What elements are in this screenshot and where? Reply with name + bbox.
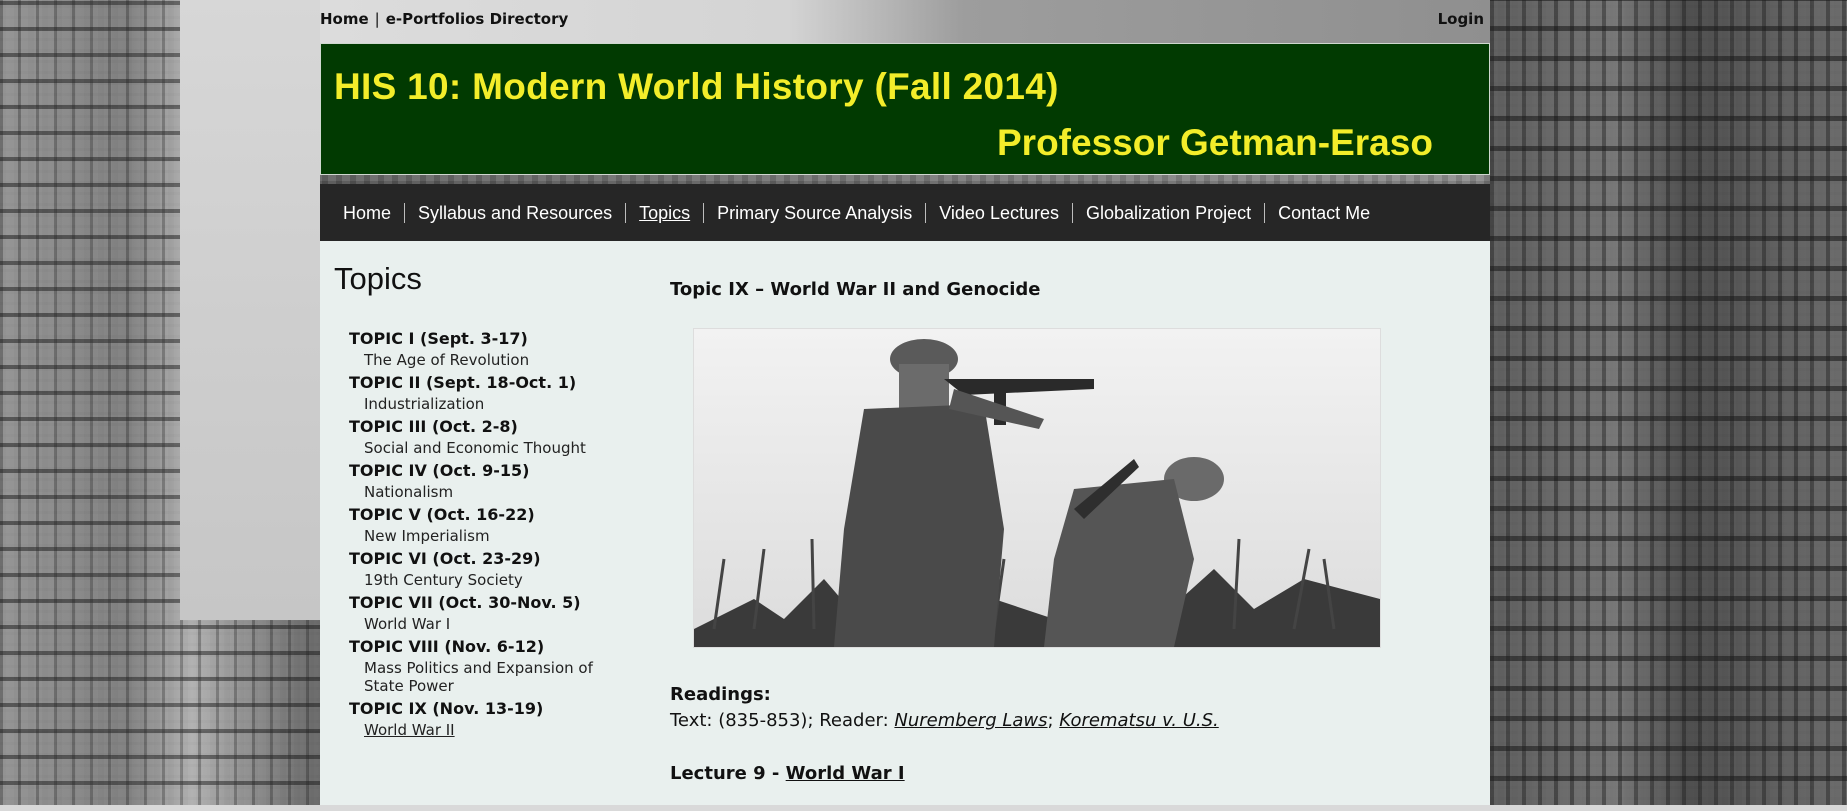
readings-label: Readings: bbox=[670, 684, 771, 705]
sidebar-topic-link[interactable]: Mass Politics and Expansion of State Pow… bbox=[364, 659, 619, 695]
korematsu-link[interactable]: Korematsu v. U.S. bbox=[1059, 710, 1218, 731]
sidebar-topic-heading: TOPIC IV (Oct. 9-15) bbox=[349, 461, 530, 480]
top-home-link[interactable]: Home bbox=[320, 10, 369, 28]
readings-text: Text: (835-853); Reader: bbox=[670, 710, 895, 731]
lecture-link[interactable]: World War I bbox=[786, 763, 905, 784]
top-bar: Home | e-Portfolios Directory Login bbox=[320, 10, 1488, 32]
bottom-scrollbar-strip bbox=[0, 805, 1847, 811]
background-building-right bbox=[1490, 0, 1847, 811]
site-banner: HIS 10: Modern World History (Fall 2014)… bbox=[320, 43, 1490, 175]
sidebar-title: Topics bbox=[334, 261, 422, 296]
sidebar-topic-heading: TOPIC III (Oct. 2-8) bbox=[349, 417, 518, 436]
sidebar-topic-list: TOPIC I (Sept. 3-17) The Age of Revoluti… bbox=[349, 326, 619, 743]
nav-home[interactable]: Home bbox=[330, 203, 404, 223]
content-area: Topics TOPIC I (Sept. 3-17) The Age of R… bbox=[320, 241, 1490, 811]
lecture-label: Lecture 9 - bbox=[670, 763, 786, 784]
sidebar-topic-heading: TOPIC IX (Nov. 13-19) bbox=[349, 699, 544, 718]
nav-syllabus[interactable]: Syllabus and Resources bbox=[404, 202, 625, 223]
nav-list: Home Syllabus and Resources Topics Prima… bbox=[320, 184, 1490, 241]
main-content: Topic IX – World War II and Genocide Rea… bbox=[670, 279, 1460, 784]
lecture-line: Lecture 9 - World War I bbox=[670, 763, 905, 784]
sidebar-topic-heading: TOPIC VIII (Nov. 6-12) bbox=[349, 637, 545, 656]
sidebar-topic-link[interactable]: Nationalism bbox=[364, 483, 619, 501]
sidebar-topic-link[interactable]: Industrialization bbox=[364, 395, 619, 413]
sidebar-topic-link[interactable]: The Age of Revolution bbox=[364, 351, 619, 369]
sidebar-topic-link[interactable]: New Imperialism bbox=[364, 527, 619, 545]
sidebar-topic-heading: TOPIC II (Sept. 18-Oct. 1) bbox=[349, 373, 577, 392]
nav-primary-source[interactable]: Primary Source Analysis bbox=[703, 202, 925, 223]
readings-line: Text: (835-853); Reader: Nuremberg Laws;… bbox=[670, 710, 1219, 731]
main-nav: Home Syllabus and Resources Topics Prima… bbox=[320, 184, 1490, 241]
nuremberg-laws-link[interactable]: Nuremberg Laws bbox=[894, 710, 1047, 731]
nav-video-lectures[interactable]: Video Lectures bbox=[925, 202, 1072, 223]
sidebar-topic-heading: TOPIC V (Oct. 16-22) bbox=[349, 505, 535, 524]
sidebar-topic-link[interactable]: World War I bbox=[364, 615, 619, 633]
top-links: Home | e-Portfolios Directory bbox=[320, 10, 568, 28]
nav-topics[interactable]: Topics bbox=[625, 202, 703, 223]
readings-separator: ; bbox=[1047, 710, 1060, 731]
background-sky bbox=[180, 0, 320, 620]
login-link[interactable]: Login bbox=[1438, 10, 1484, 28]
nav-contact[interactable]: Contact Me bbox=[1264, 202, 1383, 223]
topic-heading: Topic IX – World War II and Genocide bbox=[670, 279, 1041, 300]
banner-subtitle: Professor Getman-Eraso bbox=[997, 122, 1433, 163]
sidebar-topic-link-current[interactable]: World War II bbox=[364, 721, 619, 739]
sidebar-topic-heading: TOPIC I (Sept. 3-17) bbox=[349, 329, 528, 348]
sidebar-topic-link[interactable]: Social and Economic Thought bbox=[364, 439, 619, 457]
sidebar-topic-link[interactable]: 19th Century Society bbox=[364, 571, 619, 589]
wwii-soldiers-photo bbox=[693, 328, 1381, 648]
sidebar-topic-heading: TOPIC VI (Oct. 23-29) bbox=[349, 549, 541, 568]
banner-title: HIS 10: Modern World History (Fall 2014) bbox=[334, 66, 1059, 107]
soldiers-illustration bbox=[694, 329, 1380, 647]
sidebar-topic-heading: TOPIC VII (Oct. 30-Nov. 5) bbox=[349, 593, 581, 612]
top-separator: | bbox=[374, 10, 380, 28]
eportfolios-directory-link[interactable]: e-Portfolios Directory bbox=[386, 10, 569, 28]
nav-globalization[interactable]: Globalization Project bbox=[1072, 202, 1264, 223]
